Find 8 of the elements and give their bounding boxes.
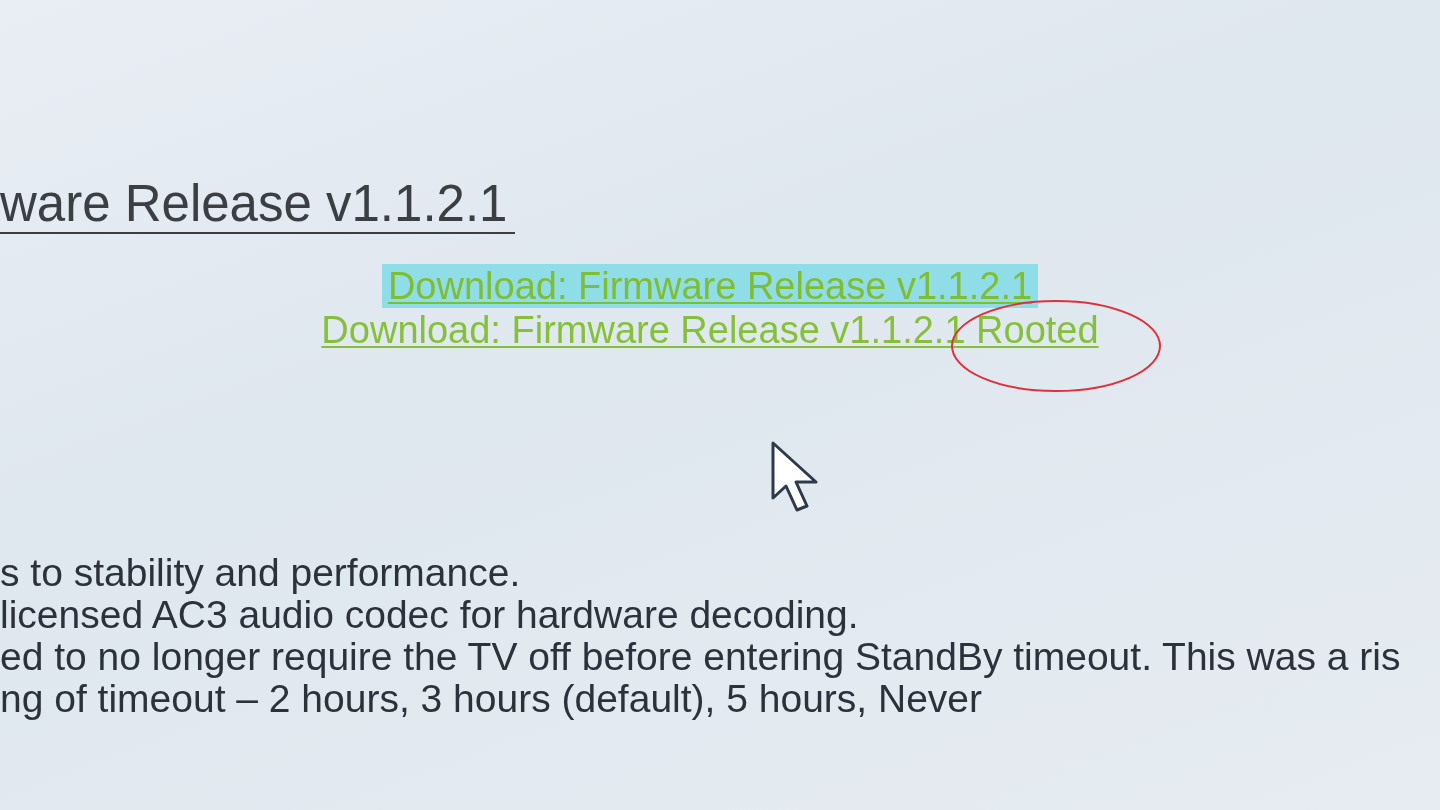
release-note-line: s to stability and performance. <box>0 552 521 594</box>
release-note-line: licensed AC3 audio codec for hardware decoding. <box>0 594 859 636</box>
release-note-line: ed to no longer require the TV off before entering StandBy timeout. This was a ris <box>0 636 1401 678</box>
section-heading: ware Release v1.1.2.1 <box>0 176 516 234</box>
release-note-line: ng of timeout – 2 hours, 3 hours (default), 5 hours, Never <box>0 678 983 720</box>
download-link[interactable]: Download: Firmware Release v1.1.2.1 <box>381 264 1039 308</box>
mouse-cursor-icon <box>770 440 820 512</box>
download-link[interactable]: Download: Firmware Release v1.1.2.1 Rooted <box>315 308 1105 352</box>
